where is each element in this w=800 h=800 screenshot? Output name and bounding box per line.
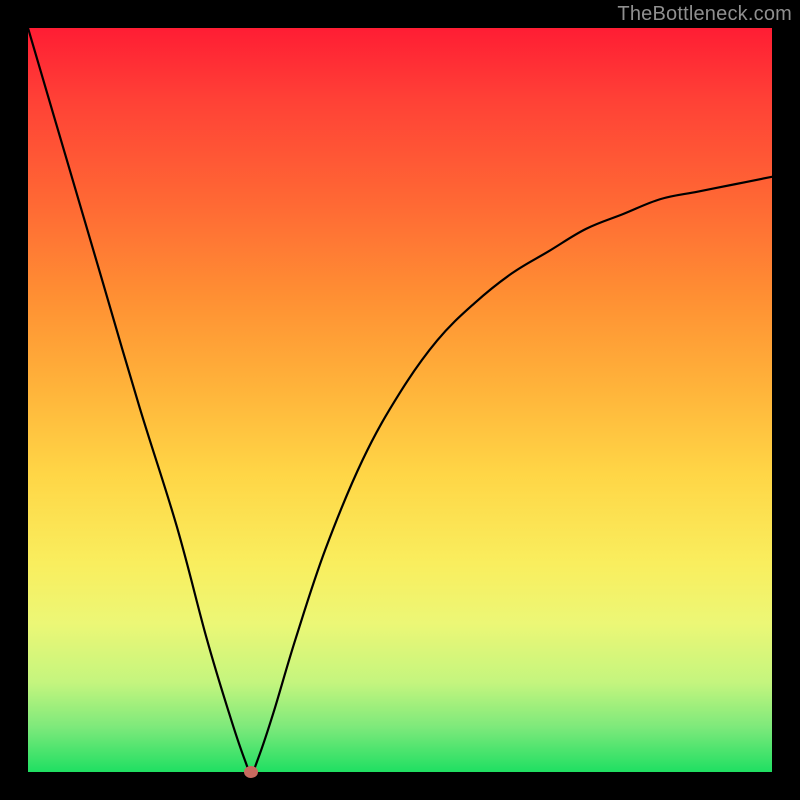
minimum-marker [244,766,258,778]
chart-frame: TheBottleneck.com [0,0,800,800]
plot-area [28,28,772,772]
bottleneck-curve [28,28,772,772]
watermark-text: TheBottleneck.com [617,3,792,26]
